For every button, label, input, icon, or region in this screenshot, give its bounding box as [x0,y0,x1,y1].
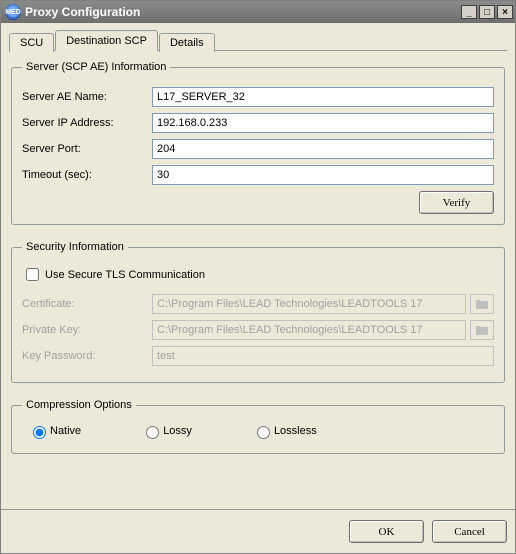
server-info-group: Server (SCP AE) Information Server AE Na… [11,61,505,225]
tls-checkbox[interactable] [26,268,39,281]
key-password-label: Key Password: [22,350,152,362]
window-title: Proxy Configuration [25,5,140,19]
tls-label: Use Secure TLS Communication [45,269,205,281]
security-info-legend: Security Information [22,241,128,253]
private-key-label: Private Key: [22,324,152,336]
tab-strip: SCU Destination SCP Details [9,29,507,51]
timeout-input[interactable] [152,165,494,185]
ip-label: Server IP Address: [22,117,152,129]
port-input[interactable] [152,139,494,159]
maximize-button[interactable]: □ [479,5,495,19]
private-key-browse-button [470,320,494,340]
compression-options-group: Compression Options Native Lossy Lossles… [11,399,505,454]
lossy-radio[interactable] [146,426,159,439]
timeout-label: Timeout (sec): [22,169,152,181]
ae-name-input[interactable] [152,87,494,107]
verify-button[interactable]: Verify [419,191,494,214]
ae-name-label: Server AE Name: [22,91,152,103]
security-info-group: Security Information Use Secure TLS Comm… [11,241,505,383]
folder-icon [475,324,489,336]
native-radio[interactable] [33,426,46,439]
lossless-radio[interactable] [257,426,270,439]
certificate-label: Certificate: [22,298,152,310]
server-info-legend: Server (SCP AE) Information [22,61,170,73]
close-button[interactable]: × [497,5,513,19]
minimize-button[interactable]: _ [461,5,477,19]
port-label: Server Port: [22,143,152,155]
cancel-button[interactable]: Cancel [432,520,507,543]
key-password-input [152,346,494,366]
tab-destination-scp[interactable]: Destination SCP [55,30,158,51]
app-icon: MED [5,4,21,20]
ip-input[interactable] [152,113,494,133]
titlebar: MED Proxy Configuration _ □ × [1,1,515,23]
button-bar: OK Cancel [1,509,515,553]
ok-button[interactable]: OK [349,520,424,543]
native-radio-label[interactable]: Native [28,423,81,439]
lossy-radio-label[interactable]: Lossy [141,423,192,439]
content-area: SCU Destination SCP Details Server (SCP … [1,23,515,509]
window: MED Proxy Configuration _ □ × SCU Destin… [0,0,516,554]
tab-scu[interactable]: SCU [9,33,54,52]
folder-icon [475,298,489,310]
private-key-input [152,320,466,340]
tab-details[interactable]: Details [159,33,215,52]
certificate-browse-button [470,294,494,314]
lossless-radio-label[interactable]: Lossless [252,423,317,439]
certificate-input [152,294,466,314]
compression-legend: Compression Options [22,399,136,411]
